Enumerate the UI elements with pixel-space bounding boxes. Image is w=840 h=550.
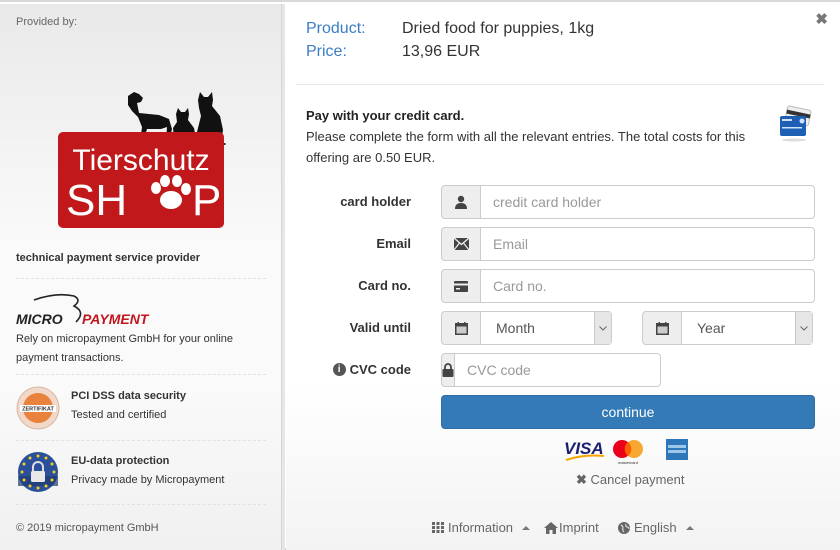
product-label: Product: [306,20,366,37]
information-label: Information [448,520,514,535]
cvc-group [441,353,661,387]
caret-up-icon [522,525,531,530]
pci-dss-subtitle: Tested and certified [71,409,167,421]
imprint-link[interactable]: Imprint [544,520,599,535]
grid-icon [432,522,444,533]
micropayment-description: Rely on micropayment GmbH for your onlin… [16,333,234,364]
email-input[interactable] [480,227,815,261]
accepted-cards: VISA mastercard [564,436,694,466]
continue-button[interactable]: continue [441,395,815,429]
close-icon: ✖ [576,472,587,487]
svg-text:ZERTIFIKAT: ZERTIFIKAT [22,407,54,413]
user-icon [441,185,480,219]
credit-card-icon [441,269,480,303]
language-menu[interactable]: English [618,520,694,535]
divider [16,278,266,279]
product-value: Dried food for puppies, 1kg [402,20,595,37]
divider [296,84,824,85]
svg-text:PAYMENT: PAYMENT [82,311,150,327]
eu-data-protection-subtitle: Privacy made by Micropayment [71,474,225,486]
card-holder-input[interactable] [480,185,815,219]
lock-icon [441,353,454,387]
divider [16,374,266,375]
imprint-label: Imprint [559,520,599,535]
pay-description: Please complete the form with all the re… [306,129,746,165]
mastercard-logo-icon: mastercard [613,440,643,465]
price-label: Price: [306,43,347,60]
pay-title: Pay with your credit card. [306,108,465,123]
close-icon[interactable]: ✖ [815,10,828,28]
chevron-down-icon[interactable] [795,312,812,344]
calendar-icon [441,311,480,345]
envelope-icon [441,227,480,261]
logo-line2-right: P [192,176,221,225]
calendar-icon [642,311,681,345]
valid-until-label: Valid until [349,320,411,335]
cancel-payment-label: Cancel payment [590,472,685,487]
cancel-payment-link[interactable]: ✖ Cancel payment [576,472,684,488]
cvc-input[interactable] [454,353,661,387]
card-no-group [441,269,815,303]
information-menu[interactable]: Information [432,520,531,535]
globe-icon [618,521,630,534]
info-icon[interactable]: i [332,363,346,376]
cvc-label: CVC code [349,362,411,377]
tierschutz-shop-logo: Tierschutz SH P [58,88,227,228]
home-icon [544,521,558,534]
credit-cards-icon [778,104,814,144]
card-no-input[interactable] [480,269,815,303]
year-group: Year [642,311,813,345]
visa-logo-icon: VISA [564,439,605,461]
payment-form-panel: ✖ Product: Dried food for puppies, 1kg P… [286,4,840,550]
svg-text:MICRO: MICRO [16,311,63,327]
email-label: Email [376,236,411,251]
eu-data-protection-title: EU-data protection [71,455,170,467]
divider [16,504,266,505]
payment-window: Provided by: Tierschutz SH P technical p… [0,0,840,550]
cvc-label-wrap: i CVC code [286,362,411,377]
month-group: Month [441,311,612,345]
card-holder-label: card holder [340,194,411,209]
caret-up-icon [685,525,694,530]
eu-data-protection-badge-icon [16,450,60,494]
sidebar: Provided by: Tierschutz SH P technical p… [0,4,285,550]
year-select-value: Year [697,320,726,336]
card-holder-group [441,185,815,219]
language-label: English [634,520,677,535]
logo-line2-left: SH [66,176,127,225]
amex-logo-icon [666,439,688,460]
copyright: © 2019 micropayment GmbH [16,522,159,534]
year-select[interactable]: Year [681,311,813,345]
logo-line1: Tierschutz [72,144,209,177]
card-no-label: Card no. [358,278,411,293]
month-select-value: Month [496,320,535,336]
pci-dss-badge-icon: ZERTIFIKAT [16,386,60,430]
provided-by-label: Provided by: [16,16,78,28]
price-value: 13,96 EUR [402,43,481,60]
micropayment-logo: MICRO PAYMENT [16,292,166,328]
divider [16,440,266,441]
pci-dss-title: PCI DSS data security [71,390,186,402]
month-select[interactable]: Month [480,311,612,345]
technical-provider-heading: technical payment service provider [16,252,201,264]
svg-text:mastercard: mastercard [618,460,638,465]
email-group [441,227,815,261]
chevron-down-icon[interactable] [594,312,611,344]
pets-silhouette-icon: Tierschutz SH P [58,92,227,228]
